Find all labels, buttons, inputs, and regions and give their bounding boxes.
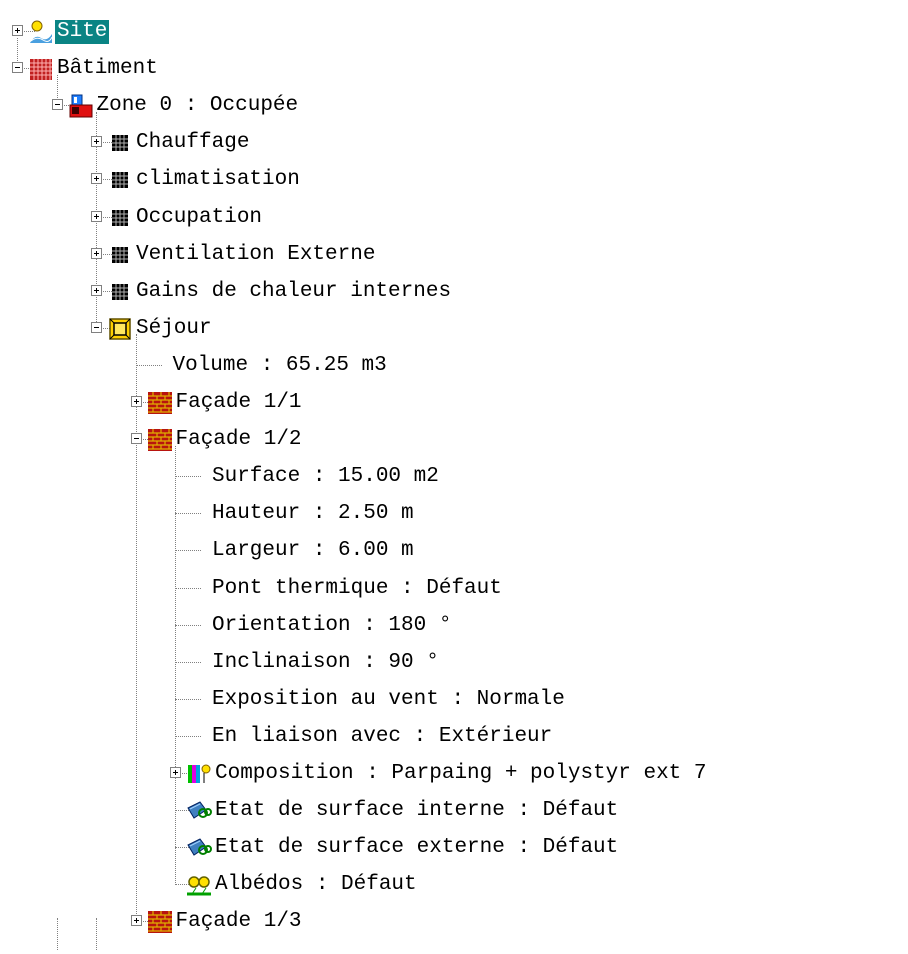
tree-connector-line	[175, 587, 201, 589]
brick-wall-icon	[147, 390, 173, 416]
grid-icon	[107, 242, 133, 268]
tree-connector-line	[175, 476, 201, 478]
tree-node-label[interactable]: En liaison avec : Extérieur	[210, 725, 554, 749]
tree-node-sejour[interactable]: Séjour	[0, 310, 908, 348]
brick-wall-icon	[147, 909, 173, 935]
tree-node-etat-ext[interactable]: Etat de surface externe : Défaut	[0, 829, 908, 867]
tree-node-orientation[interactable]: Orientation : 180 °	[0, 607, 908, 645]
tree-node-zone[interactable]: Zone 0 : Occupée	[0, 87, 908, 125]
expand-toggle-icon[interactable]	[130, 396, 142, 407]
tree-node-label[interactable]: Volume : 65.25 m3	[171, 354, 389, 378]
tree-node-hauteur[interactable]: Hauteur : 2.50 m	[0, 495, 908, 533]
tree-node-label[interactable]: Composition : Parpaing + polystyr ext 7	[213, 762, 708, 786]
tree-node-label[interactable]: Zone 0 : Occupée	[95, 94, 301, 118]
tree-node-label[interactable]: Hauteur : 2.50 m	[210, 502, 416, 526]
tree-node-label[interactable]: Gains de chaleur internes	[134, 280, 453, 304]
zone-icon	[68, 93, 94, 119]
collapse-toggle-icon[interactable]	[91, 321, 102, 333]
tree-connector-line	[175, 661, 201, 663]
tree-node-label[interactable]: Bâtiment	[55, 57, 160, 81]
tree-node-surface[interactable]: Surface : 15.00 m2	[0, 458, 908, 496]
tree-connector-line	[175, 698, 201, 700]
surface-state-icon	[186, 798, 212, 824]
tree-node-label[interactable]: Façade 1/2	[174, 428, 304, 452]
tree-node-label[interactable]: Façade 1/1	[174, 391, 304, 415]
tree-node-ventilation[interactable]: Ventilation Externe	[0, 236, 908, 274]
tree-node-etat-int[interactable]: Etat de surface interne : Défaut	[0, 792, 908, 830]
tree-node-climatisation[interactable]: climatisation	[0, 161, 908, 199]
tree-node-label[interactable]: Albédos : Défaut	[213, 873, 419, 897]
grid-icon	[107, 130, 133, 156]
tree-connector-line	[175, 513, 201, 515]
room-icon	[107, 316, 133, 342]
tree-node-facade13[interactable]: Façade 1/3	[0, 903, 908, 941]
tree-node-volume[interactable]: Volume : 65.25 m3	[0, 347, 908, 385]
tree-node-facade11[interactable]: Façade 1/1	[0, 384, 908, 422]
project-tree: Site Bâtiment Zone 0 : Occupée Chauffage cli…	[0, 0, 908, 954]
surface-state-icon	[186, 835, 212, 861]
site-icon	[28, 19, 54, 45]
tree-node-label[interactable]: Séjour	[134, 317, 214, 341]
tree-node-label[interactable]: Etat de surface interne : Défaut	[213, 799, 620, 823]
tree-node-label[interactable]: Largeur : 6.00 m	[210, 539, 416, 563]
grid-icon	[107, 167, 133, 193]
tree-connector-line	[175, 624, 201, 626]
collapse-toggle-icon[interactable]	[12, 62, 23, 74]
building-icon	[28, 56, 54, 82]
tree-node-label[interactable]: Exposition au vent : Normale	[210, 688, 567, 712]
tree-node-batiment[interactable]: Bâtiment	[0, 50, 908, 88]
tree-node-largeur[interactable]: Largeur : 6.00 m	[0, 532, 908, 570]
tree-node-site[interactable]: Site	[0, 13, 908, 51]
expand-toggle-icon[interactable]	[130, 915, 142, 927]
expand-toggle-icon[interactable]	[170, 767, 181, 778]
grid-icon	[107, 205, 133, 231]
tree-node-inclinaison[interactable]: Inclinaison : 90 °	[0, 644, 908, 682]
tree-node-liaison[interactable]: En liaison avec : Extérieur	[0, 718, 908, 756]
tree-node-composition[interactable]: Composition : Parpaing + polystyr ext 7	[0, 755, 908, 793]
collapse-toggle-icon[interactable]	[51, 99, 63, 111]
tree-node-label[interactable]: Façade 1/3	[174, 910, 304, 934]
tree-node-label[interactable]: Occupation	[134, 206, 264, 230]
expand-toggle-icon[interactable]	[91, 173, 102, 185]
tree-node-occupation[interactable]: Occupation	[0, 199, 908, 237]
tree-node-label[interactable]: Orientation : 180 °	[210, 614, 453, 638]
layers-icon	[186, 761, 212, 787]
tree-connector-line	[135, 364, 162, 366]
grid-icon	[107, 279, 133, 305]
collapse-toggle-icon[interactable]	[130, 433, 142, 445]
tree-node-facade12[interactable]: Façade 1/2	[0, 421, 908, 459]
tree-node-albedos[interactable]: Albédos : Défaut	[0, 866, 908, 904]
albedo-icon	[186, 872, 212, 898]
tree-node-label[interactable]: Ventilation Externe	[134, 243, 377, 267]
expand-toggle-icon[interactable]	[12, 25, 23, 36]
tree-node-label[interactable]: Inclinaison : 90 °	[210, 651, 441, 675]
tree-node-label[interactable]: Surface : 15.00 m2	[210, 465, 441, 489]
brick-wall-icon	[147, 427, 173, 453]
expand-toggle-icon[interactable]	[91, 210, 102, 222]
tree-node-label[interactable]: Pont thermique : Défaut	[210, 577, 504, 601]
tree-node-label[interactable]: Chauffage	[134, 131, 251, 155]
tree-node-chauffage[interactable]: Chauffage	[0, 124, 908, 162]
tree-connector-line	[175, 735, 201, 737]
tree-node-exposition[interactable]: Exposition au vent : Normale	[0, 681, 908, 719]
tree-node-gains[interactable]: Gains de chaleur internes	[0, 273, 908, 311]
expand-toggle-icon[interactable]	[91, 247, 102, 259]
tree-node-pont[interactable]: Pont thermique : Défaut	[0, 570, 908, 608]
expand-toggle-icon[interactable]	[91, 136, 102, 148]
tree-node-label[interactable]: Etat de surface externe : Défaut	[213, 836, 620, 860]
expand-toggle-icon[interactable]	[91, 284, 102, 296]
tree-node-label[interactable]: climatisation	[134, 168, 302, 192]
tree-node-label[interactable]: Site	[55, 20, 110, 44]
tree-connector-line	[175, 550, 201, 552]
